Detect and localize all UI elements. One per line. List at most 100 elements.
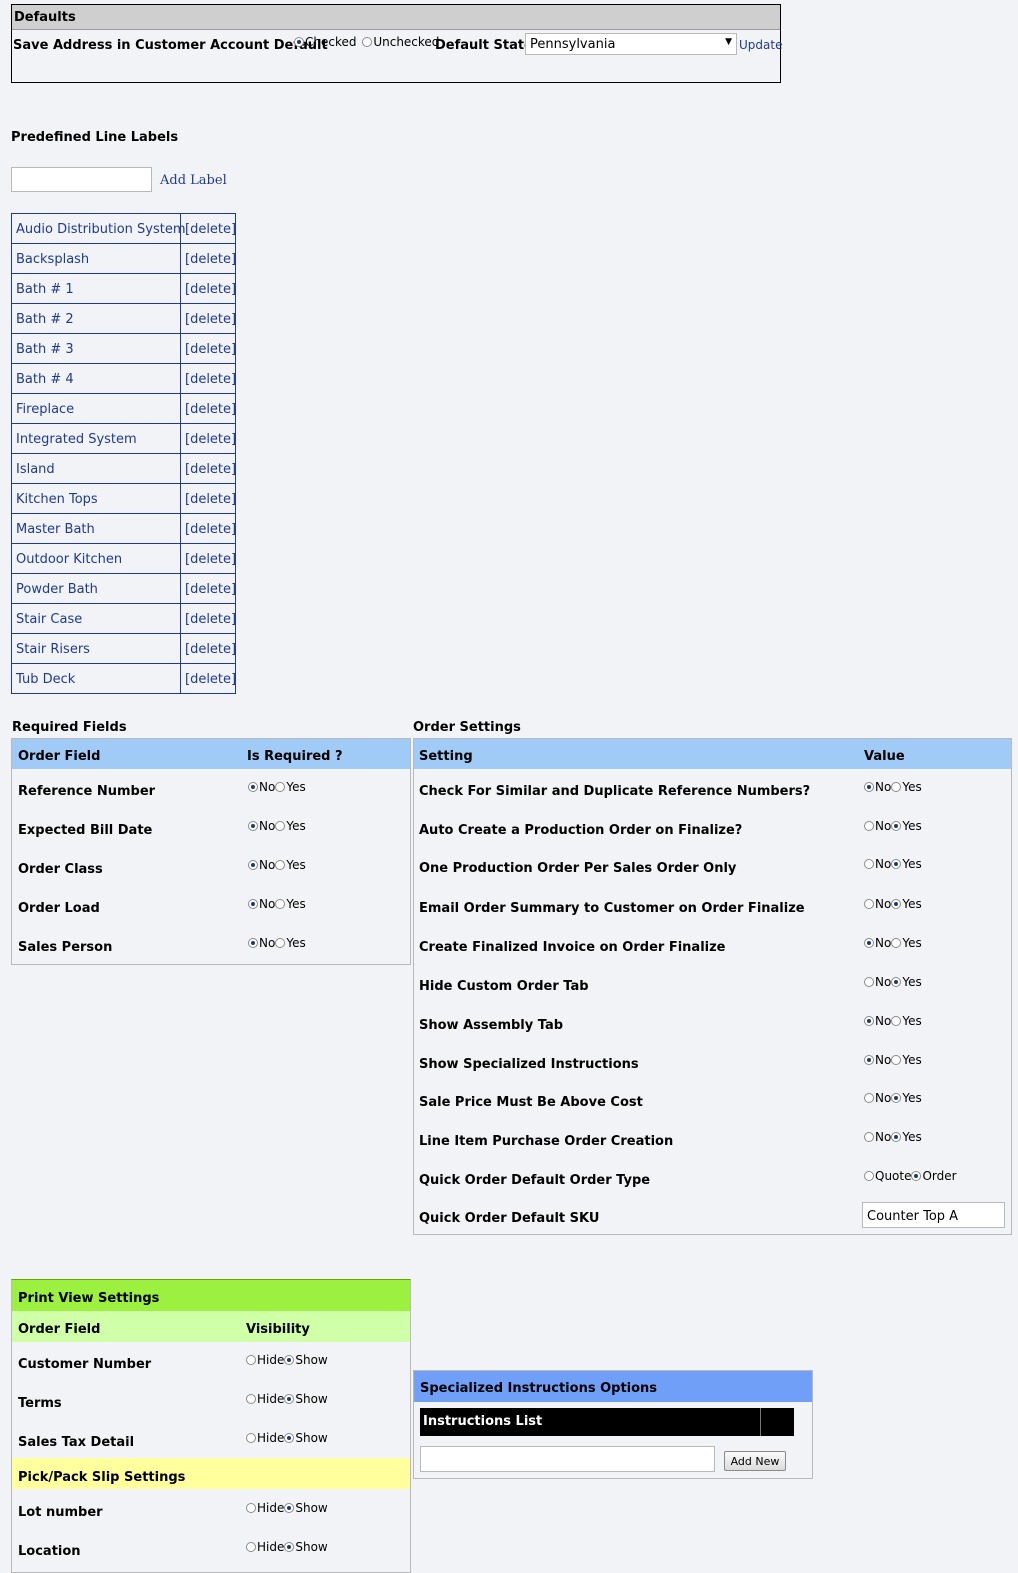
- hide-radio[interactable]: [246, 1355, 256, 1365]
- show-radio[interactable]: [284, 1542, 295, 1552]
- delete-link[interactable]: [delete]: [185, 642, 236, 657]
- yes-radio[interactable]: [891, 859, 902, 869]
- label-link[interactable]: Bath # 3: [16, 342, 74, 357]
- table-row: Stair Case [delete]: [12, 604, 236, 634]
- yes-radio[interactable]: [275, 821, 286, 831]
- no-radio[interactable]: [864, 859, 874, 869]
- label-link[interactable]: Backsplash: [16, 252, 89, 267]
- no-radio[interactable]: [864, 1055, 874, 1065]
- show-radio[interactable]: [284, 1433, 295, 1443]
- no-radio[interactable]: [864, 977, 874, 987]
- delete-link[interactable]: [delete]: [185, 612, 236, 627]
- yes-radio[interactable]: [275, 899, 286, 909]
- update-link[interactable]: Update: [739, 38, 782, 52]
- label-link[interactable]: Kitchen Tops: [16, 492, 98, 507]
- yes-radio[interactable]: [275, 782, 286, 792]
- label-link[interactable]: Bath # 4: [16, 372, 74, 387]
- delete-link[interactable]: [delete]: [185, 672, 236, 687]
- quick-order-sku-input[interactable]: Counter Top A: [862, 1202, 1005, 1228]
- no-radio[interactable]: [248, 938, 258, 948]
- yes-radio[interactable]: [891, 899, 902, 909]
- default-state-select[interactable]: Pennsylvania ▼: [525, 33, 737, 55]
- no-radio[interactable]: [248, 899, 258, 909]
- col-value: Value: [864, 749, 905, 764]
- yes-radio[interactable]: [891, 1055, 902, 1065]
- delete-link[interactable]: [delete]: [185, 312, 236, 327]
- delete-link[interactable]: [delete]: [185, 552, 236, 567]
- no-radio[interactable]: [864, 899, 874, 909]
- delete-link[interactable]: [delete]: [185, 402, 236, 417]
- delete-link[interactable]: [delete]: [185, 282, 236, 297]
- no-radio[interactable]: [864, 821, 874, 831]
- label-link[interactable]: Master Bath: [16, 522, 95, 537]
- label-link[interactable]: Stair Risers: [16, 642, 90, 657]
- no-radio[interactable]: [248, 860, 258, 870]
- yes-radio[interactable]: [891, 1093, 902, 1103]
- yes-radio[interactable]: [275, 938, 286, 948]
- hide-radio[interactable]: [246, 1394, 256, 1404]
- yes-radio[interactable]: [891, 821, 902, 831]
- order-radio[interactable]: [911, 1171, 922, 1181]
- delete-link[interactable]: [delete]: [185, 462, 236, 477]
- delete-link[interactable]: [delete]: [185, 252, 236, 267]
- checked-radio[interactable]: [294, 37, 304, 47]
- unchecked-radio[interactable]: [362, 37, 373, 47]
- label-link[interactable]: Audio Distribution System: [16, 222, 186, 237]
- delete-link[interactable]: [delete]: [185, 432, 236, 447]
- specialized-instructions-panel: Specialized Instructions Options Instruc…: [413, 1370, 813, 1479]
- delete-link[interactable]: [delete]: [185, 522, 236, 537]
- hide-radio[interactable]: [246, 1503, 256, 1513]
- show-radio[interactable]: [284, 1355, 295, 1365]
- table-row: Outdoor Kitchen [delete]: [12, 544, 236, 574]
- add-new-button[interactable]: Add New: [724, 1451, 786, 1471]
- table-row: Stair Risers [delete]: [12, 634, 236, 664]
- label-link[interactable]: Bath # 1: [16, 282, 74, 297]
- label-link[interactable]: Powder Bath: [16, 582, 98, 597]
- yes-radio[interactable]: [891, 782, 902, 792]
- add-label-link[interactable]: Add Label: [160, 173, 227, 188]
- hide-radio[interactable]: [246, 1433, 256, 1443]
- quote-radio[interactable]: [864, 1171, 874, 1181]
- no-label: No: [875, 975, 892, 989]
- setting-radios: No Yes: [864, 1091, 922, 1105]
- label-link[interactable]: Stair Case: [16, 612, 82, 627]
- delete-link[interactable]: [delete]: [185, 582, 236, 597]
- label-link[interactable]: Fireplace: [16, 402, 74, 417]
- yes-radio[interactable]: [275, 860, 286, 870]
- delete-link[interactable]: [delete]: [185, 222, 236, 237]
- no-radio[interactable]: [248, 782, 258, 792]
- show-radio[interactable]: [284, 1503, 295, 1513]
- show-label: Show: [295, 1392, 328, 1406]
- yes-radio[interactable]: [891, 977, 902, 987]
- delete-link[interactable]: [delete]: [185, 492, 236, 507]
- delete-link[interactable]: [delete]: [185, 342, 236, 357]
- no-radio[interactable]: [864, 1093, 874, 1103]
- delete-link[interactable]: [delete]: [185, 372, 236, 387]
- setting-radios: No Yes: [864, 1130, 922, 1144]
- no-radio[interactable]: [864, 1132, 874, 1142]
- table-row: Powder Bath [delete]: [12, 574, 236, 604]
- yes-radio[interactable]: [891, 1016, 902, 1026]
- label-link[interactable]: Outdoor Kitchen: [16, 552, 122, 567]
- label-link[interactable]: Bath # 2: [16, 312, 74, 327]
- yes-radio[interactable]: [891, 938, 902, 948]
- yes-radio[interactable]: [891, 1132, 902, 1142]
- label-link[interactable]: Integrated System: [16, 432, 137, 447]
- label-input[interactable]: [11, 167, 152, 192]
- no-label: No: [259, 780, 276, 794]
- label-link[interactable]: Tub Deck: [16, 672, 75, 687]
- labels-table: Audio Distribution System [delete] Backsp…: [11, 213, 236, 694]
- instruction-input[interactable]: [420, 1446, 715, 1472]
- table-row: Tub Deck [delete]: [12, 664, 236, 693]
- setting-radios: No Yes: [864, 857, 922, 871]
- setting-label: Line Item Purchase Order Creation: [419, 1134, 674, 1149]
- no-radio[interactable]: [864, 1016, 874, 1026]
- no-radio[interactable]: [864, 782, 874, 792]
- order-load-radios: No Yes: [248, 897, 306, 911]
- no-radio[interactable]: [864, 938, 874, 948]
- no-radio[interactable]: [248, 821, 258, 831]
- hide-radio[interactable]: [246, 1542, 256, 1552]
- hide-label: Hide: [257, 1540, 285, 1554]
- show-radio[interactable]: [284, 1394, 295, 1404]
- label-link[interactable]: Island: [16, 462, 55, 477]
